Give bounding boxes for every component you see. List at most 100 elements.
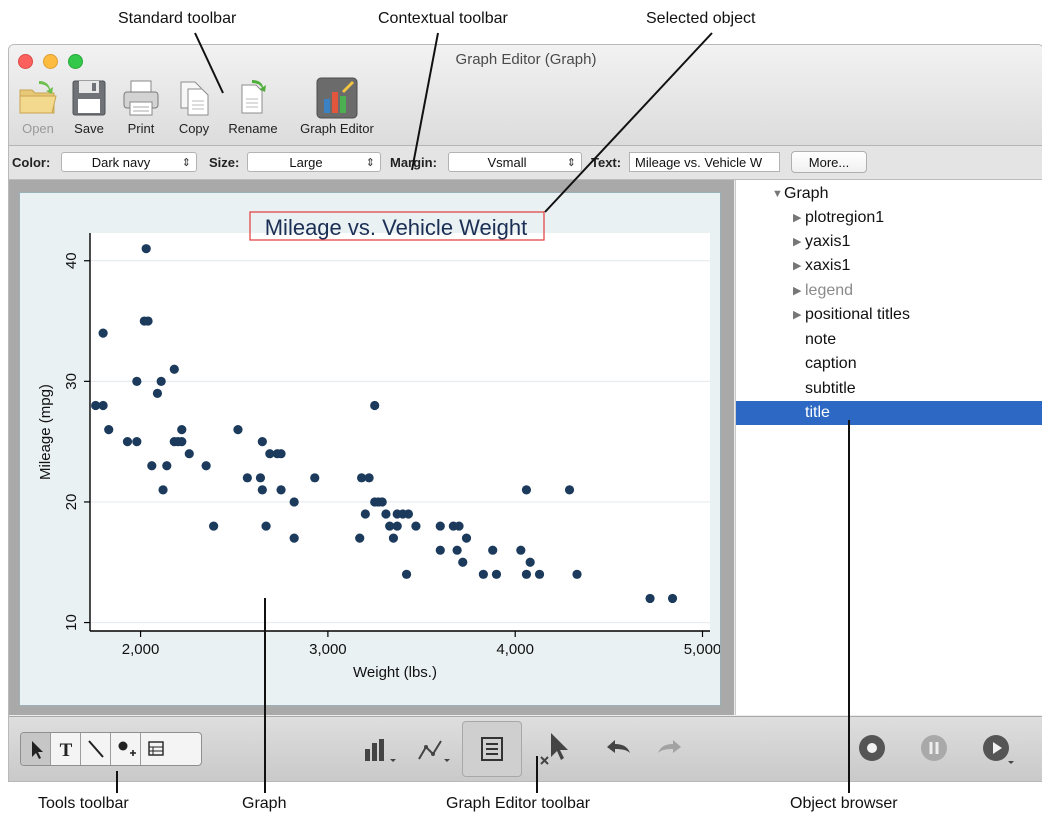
- window-title: Graph Editor (Graph): [455, 51, 597, 68]
- data-point: [158, 485, 168, 495]
- tree-item-positional-titles[interactable]: ▶ positional titles: [736, 303, 1042, 327]
- object-browser-toggle-button[interactable]: [462, 721, 522, 777]
- title-text-field[interactable]: Mileage vs. Vehicle W: [629, 152, 780, 172]
- tree-item-xaxis1[interactable]: ▶ xaxis1: [736, 254, 1042, 278]
- disclosure-closed-icon[interactable]: ▶: [793, 254, 801, 278]
- data-point: [534, 569, 545, 579]
- tree-item-label: legend: [805, 282, 854, 299]
- more-button[interactable]: More...: [791, 151, 867, 173]
- tree-item-graph[interactable]: ▼ Graph: [736, 182, 1042, 206]
- object-browser-icon: [481, 737, 503, 761]
- data-point: [645, 593, 655, 604]
- data-point: [388, 533, 399, 543]
- redo-button[interactable]: [649, 727, 691, 769]
- graph-editor-window: Graph Editor (Graph) Open Save Print Cop…: [8, 44, 1042, 782]
- arrow-pointer-icon: [32, 741, 43, 759]
- data-point: [435, 521, 445, 531]
- rename-label: Rename: [228, 121, 278, 136]
- size-select-value: Large: [289, 155, 323, 170]
- size-select[interactable]: Large ⇕: [247, 152, 381, 172]
- disclosure-closed-icon[interactable]: ▶: [793, 303, 801, 327]
- floppy-disk-icon: [72, 80, 106, 116]
- data-point: [461, 533, 472, 543]
- data-point: [478, 569, 488, 579]
- data-point: [381, 509, 391, 519]
- color-select[interactable]: Dark navy ⇕: [61, 152, 197, 172]
- marker-tool-icon: [118, 741, 136, 756]
- data-point: [392, 521, 402, 531]
- record-button[interactable]: [851, 727, 893, 769]
- tree-item-label: Graph: [784, 185, 829, 202]
- data-point: [255, 473, 266, 483]
- callout-standard-toolbar: Standard toolbar: [118, 10, 237, 27]
- data-point: [162, 461, 172, 471]
- callout-graph: Graph: [242, 795, 287, 812]
- data-point: [177, 424, 187, 435]
- disclosure-open-icon[interactable]: ▼: [772, 182, 783, 206]
- data-point: [98, 328, 108, 338]
- x-tick-label: 2,000: [122, 641, 160, 658]
- disclosure-closed-icon[interactable]: ▶: [793, 230, 801, 254]
- tree-item-legend[interactable]: ▶ legend: [736, 279, 1042, 303]
- disclosure-closed-icon[interactable]: ▶: [793, 206, 801, 230]
- tree-item-note[interactable]: note: [736, 328, 1042, 352]
- data-point: [156, 376, 166, 386]
- play-button[interactable]: [975, 727, 1017, 769]
- open-button[interactable]: Open: [15, 75, 61, 139]
- graph-editor-icon: [316, 77, 358, 119]
- rename-icon: [241, 80, 266, 114]
- line-tool-button[interactable]: [81, 733, 111, 765]
- tree-item-label: positional titles: [805, 306, 910, 323]
- tree-item-label: plotregion1: [805, 209, 885, 226]
- tree-item-plotregion1[interactable]: ▶ plotregion1: [736, 206, 1042, 230]
- pause-button[interactable]: [913, 727, 955, 769]
- text-tool-button[interactable]: T: [51, 733, 81, 765]
- add-plot-button[interactable]: [359, 727, 401, 769]
- x-tick-label: 4,000: [496, 641, 534, 658]
- data-point: [364, 473, 374, 483]
- data-point: [289, 497, 299, 507]
- line-tool-icon: [88, 740, 104, 758]
- data-point: [403, 509, 414, 519]
- x-tick-label: 3,000: [309, 641, 347, 658]
- data-point: [261, 521, 271, 531]
- data-point: [169, 364, 179, 374]
- graph-editor-button[interactable]: Graph Editor: [291, 75, 383, 139]
- data-point: [488, 545, 498, 555]
- deselect-button[interactable]: [535, 727, 577, 769]
- tree-item-subtitle[interactable]: subtitle: [736, 377, 1042, 401]
- standard-toolbar: Graph Editor (Graph) Open Save Print Cop…: [9, 45, 1042, 146]
- color-select-value: Dark navy: [91, 155, 151, 170]
- callout-contextual-toolbar: Contextual toolbar: [378, 10, 508, 27]
- data-point: [143, 316, 153, 326]
- margin-select[interactable]: Vsmall ⇕: [448, 152, 582, 172]
- y-tick-label: 10: [63, 614, 80, 631]
- scatter-chart[interactable]: 2,000 3,000 4,000 5,000 10 20 30 40 Weight (lbs.…: [20, 193, 720, 705]
- grid-tool-button[interactable]: [141, 733, 171, 765]
- printer-icon: [123, 80, 159, 116]
- tree-item-caption[interactable]: caption: [736, 352, 1042, 376]
- pointer-tool-button[interactable]: [21, 733, 51, 765]
- disclosure-closed-icon[interactable]: ▶: [793, 279, 801, 303]
- margin-select-value: Vsmall: [487, 155, 527, 170]
- add-line-button[interactable]: [413, 727, 455, 769]
- marker-tool-button[interactable]: [111, 733, 141, 765]
- undo-button[interactable]: [597, 727, 639, 769]
- tree-item-title[interactable]: title: [736, 401, 1042, 425]
- tree-item-label: subtitle: [805, 380, 856, 397]
- data-point: [572, 569, 582, 579]
- tree-item-yaxis1[interactable]: ▶ yaxis1: [736, 230, 1042, 254]
- save-button[interactable]: Save: [67, 75, 111, 139]
- copy-button[interactable]: Copy: [171, 75, 217, 139]
- y-tick-label: 30: [63, 373, 80, 390]
- graph-canvas[interactable]: 2,000 3,000 4,000 5,000 10 20 30 40 Weight (lbs.…: [19, 192, 721, 706]
- chart-title: Mileage vs. Vehicle Weight: [265, 215, 528, 240]
- svg-text:T: T: [60, 740, 73, 761]
- data-point: [452, 545, 462, 555]
- print-button[interactable]: Print: [119, 75, 163, 139]
- data-point: [310, 473, 320, 483]
- rename-button[interactable]: Rename: [223, 75, 283, 139]
- y-axis-title: Mileage (mpg): [37, 384, 54, 480]
- text-tool-icon: T: [60, 740, 73, 761]
- callout-graph-editor-toolbar: Graph Editor toolbar: [446, 795, 591, 812]
